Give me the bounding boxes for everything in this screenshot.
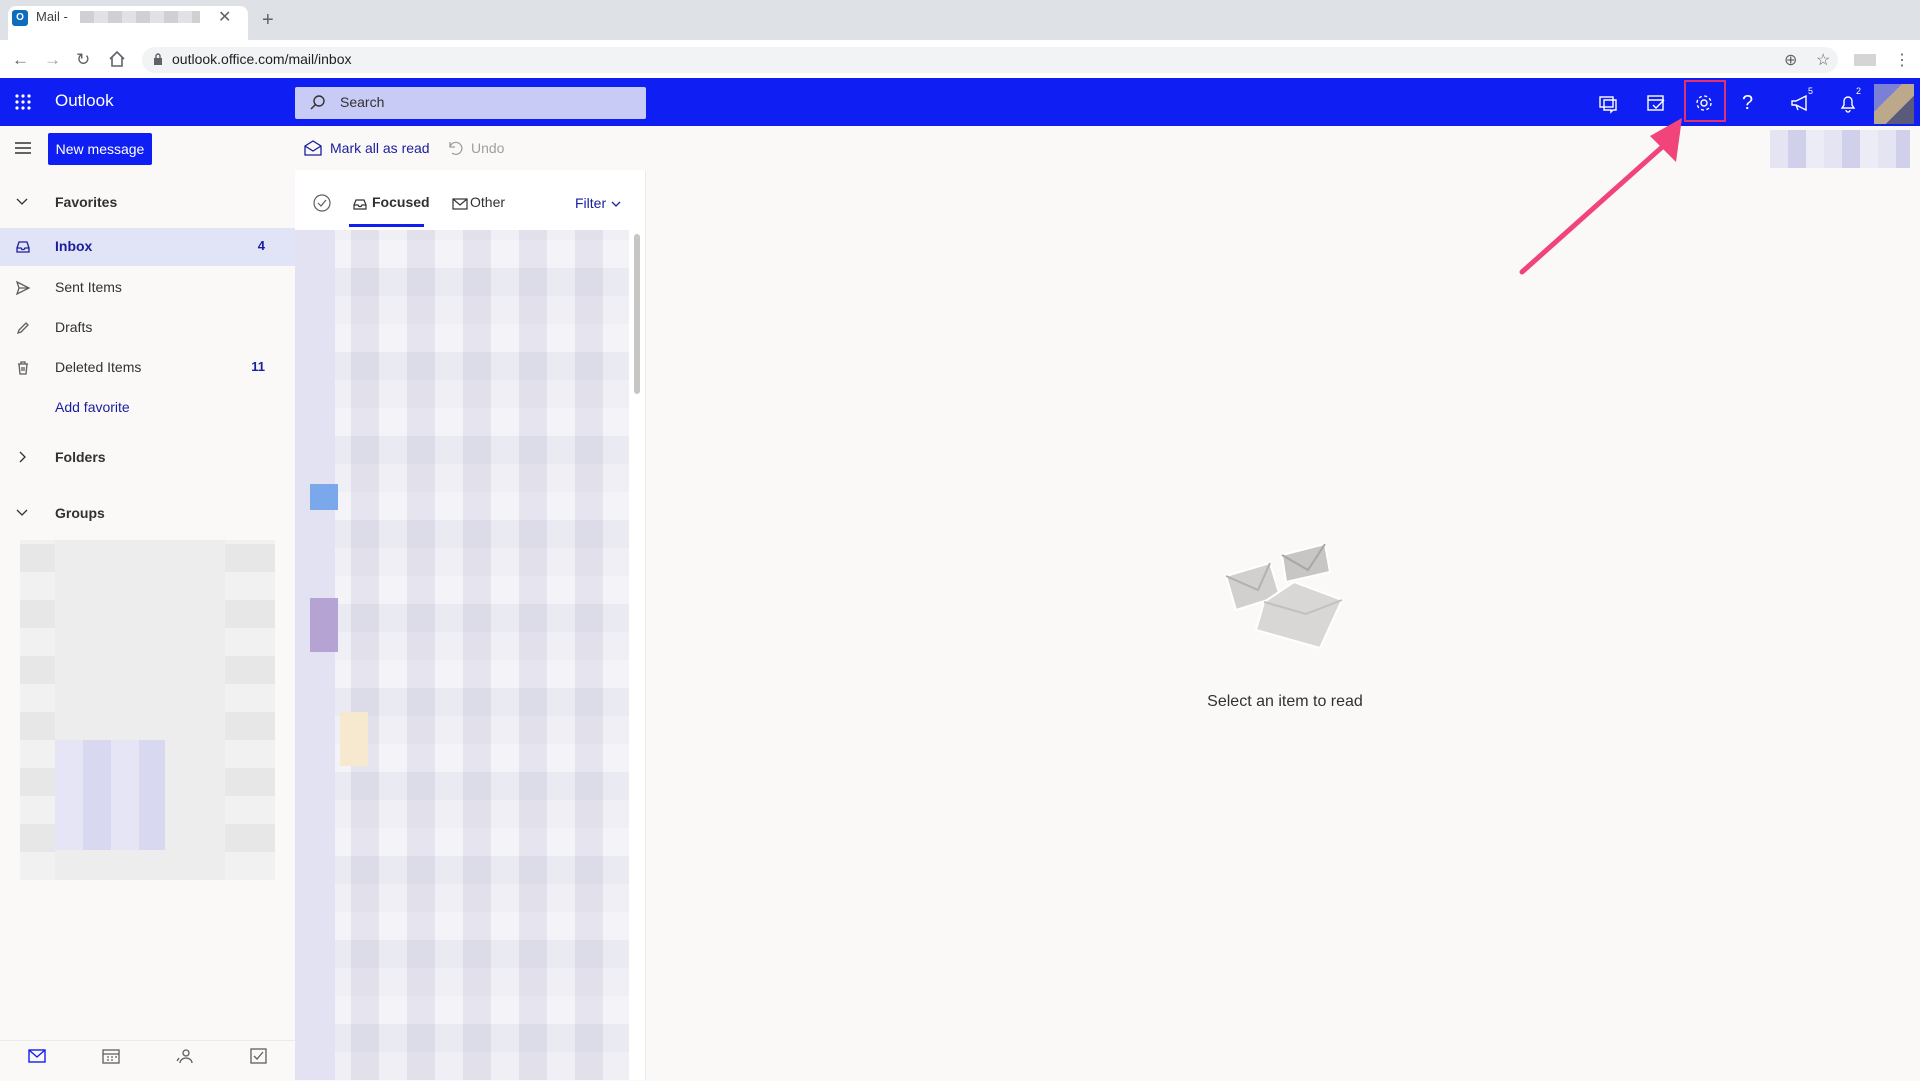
app-name[interactable]: Outlook	[55, 91, 114, 111]
other-inbox-icon	[452, 196, 468, 212]
browser-tab-title: Mail -	[36, 9, 68, 24]
reload-icon[interactable]: ↻	[76, 50, 90, 70]
account-avatar[interactable]	[1874, 84, 1914, 124]
redacted-avatar	[310, 484, 338, 510]
sidebar-item-inbox[interactable]: Inbox 4	[0, 228, 295, 266]
mail-module-icon[interactable]	[28, 1048, 46, 1064]
undo-icon	[447, 140, 463, 156]
redacted-persona	[1770, 130, 1910, 168]
browser-tab-strip	[0, 0, 1920, 40]
profile-icon[interactable]	[1854, 54, 1876, 66]
help-icon[interactable]: ?	[1742, 91, 1766, 115]
address-bar[interactable]	[142, 47, 1838, 73]
add-favorite-link[interactable]: Add favorite	[0, 389, 295, 427]
chevron-down-icon	[15, 195, 29, 209]
forward-icon[interactable]: →	[44, 50, 61, 70]
annotation-arrow-icon	[1500, 100, 1700, 280]
favorites-label: Favorites	[55, 194, 118, 210]
undo-button[interactable]: Undo	[471, 140, 504, 156]
unread-count: 11	[251, 359, 265, 374]
tasks-module-icon[interactable]	[250, 1048, 268, 1064]
redacted-avatar	[310, 598, 338, 652]
whats-new-badge: 5	[1808, 86, 1814, 96]
search-input[interactable]: Search	[340, 94, 384, 110]
search-icon	[309, 94, 327, 112]
chevron-right-icon	[15, 450, 29, 464]
inbox-icon	[15, 239, 31, 255]
focused-tab-indicator	[349, 224, 424, 227]
unread-count: 4	[257, 238, 265, 253]
mark-all-as-read-button[interactable]: Mark all as read	[330, 140, 430, 156]
tab-other[interactable]: Other	[470, 194, 505, 210]
empty-envelopes-illustration-icon	[1220, 540, 1345, 650]
people-module-icon[interactable]	[176, 1048, 194, 1064]
chevron-down-icon	[15, 506, 29, 520]
sidebar-item-label: Deleted Items	[55, 359, 142, 375]
redacted-tab-title	[80, 11, 200, 23]
add-favorite-label: Add favorite	[55, 399, 130, 415]
redacted-message-list[interactable]	[295, 230, 629, 1080]
chevron-down-icon	[611, 200, 621, 208]
message-list-scrollbar[interactable]	[634, 234, 640, 394]
lock-icon	[153, 53, 163, 65]
sidebar-item-label: Drafts	[55, 319, 93, 335]
select-item-message: Select an item to read	[1207, 693, 1363, 710]
pencil-icon	[15, 320, 31, 336]
favorites-section[interactable]: Favorites	[0, 184, 295, 222]
new-tab-icon[interactable]: +	[262, 10, 274, 30]
redacted-avatar	[340, 712, 368, 766]
new-message-button[interactable]: New message	[48, 133, 152, 165]
calendar-module-icon[interactable]	[102, 1048, 120, 1064]
close-tab-icon[interactable]: ✕	[218, 7, 231, 27]
mark-read-envelope-icon	[304, 140, 322, 156]
hamburger-menu-icon[interactable]	[14, 141, 32, 155]
folders-section[interactable]: Folders	[0, 439, 295, 477]
filter-button[interactable]: Filter	[575, 195, 606, 211]
tab-focused[interactable]: Focused	[372, 194, 430, 210]
back-icon[interactable]: ←	[12, 50, 29, 70]
groups-section[interactable]: Groups	[0, 495, 295, 533]
select-all-checkbox-icon[interactable]	[312, 193, 332, 213]
sidebar-item-sent-items[interactable]: Sent Items	[0, 269, 295, 307]
browser-menu-icon[interactable]: ⋮	[1894, 50, 1910, 70]
send-icon	[15, 280, 31, 296]
notifications-badge: 2	[1856, 86, 1862, 96]
sidebar-item-deleted-items[interactable]: Deleted Items 11	[0, 349, 295, 387]
install-app-icon[interactable]: ⊕	[1784, 50, 1797, 70]
folders-label: Folders	[55, 449, 106, 465]
sidebar-item-label: Inbox	[55, 238, 93, 254]
trash-icon	[15, 360, 31, 376]
url-text[interactable]: outlook.office.com/mail/inbox	[172, 51, 352, 67]
groups-label: Groups	[55, 505, 105, 521]
sidebar-item-drafts[interactable]: Drafts	[0, 309, 295, 347]
focused-inbox-icon	[352, 196, 368, 212]
outlook-favicon-icon: O	[12, 10, 28, 26]
redacted-groups-list-accent	[55, 740, 165, 850]
sidebar-item-label: Sent Items	[55, 279, 122, 295]
app-launcher-icon[interactable]	[14, 93, 32, 111]
bookmark-star-icon[interactable]: ☆	[1816, 50, 1830, 70]
home-icon[interactable]	[108, 50, 126, 68]
